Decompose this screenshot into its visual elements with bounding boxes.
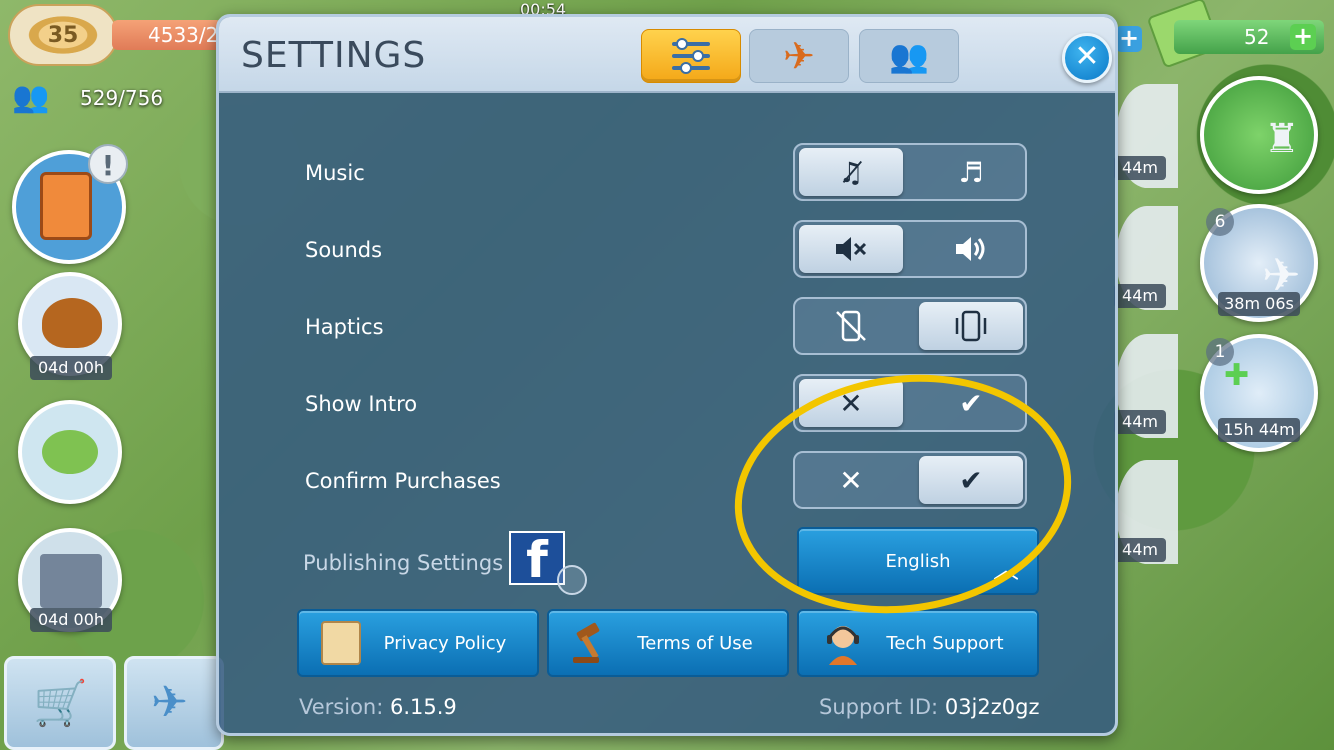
dialog-header: SETTINGS ✈ 👥 ✕ bbox=[219, 17, 1115, 93]
boost-count-badge: 1 bbox=[1206, 338, 1234, 366]
airplane-icon: ✈ bbox=[151, 677, 188, 728]
sounds-off-option[interactable] bbox=[799, 225, 903, 273]
side-task-timer: 44m bbox=[1114, 284, 1166, 308]
barn-timer: 04d 00h bbox=[30, 608, 112, 632]
speaker-mute-icon bbox=[836, 237, 867, 261]
airplane-icon: ✈ bbox=[783, 34, 815, 78]
privacy-policy-button[interactable]: Privacy Policy bbox=[297, 609, 539, 677]
tech-support-label: Tech Support bbox=[886, 632, 1004, 654]
settings-dialog: SETTINGS ✈ 👥 ✕ Music ♫̸ ♬ Sounds Haptics… bbox=[216, 14, 1118, 736]
population-counter: 529/756 bbox=[80, 86, 164, 110]
tab-flight-settings[interactable]: ✈ bbox=[749, 29, 849, 83]
speaker-on-icon bbox=[956, 237, 985, 261]
terms-of-use-label: Terms of Use bbox=[637, 632, 753, 654]
population-icon: 👥 bbox=[12, 80, 50, 115]
cash-value: 52 bbox=[1244, 25, 1270, 49]
music-off-icon: ♫̸ bbox=[838, 155, 864, 189]
turkey-timer: 04d 00h bbox=[30, 356, 112, 380]
journal-book-icon bbox=[40, 172, 92, 240]
version-label: Version: bbox=[299, 695, 384, 719]
vibrate-off-icon bbox=[836, 310, 866, 342]
terms-of-use-button[interactable]: Terms of Use bbox=[547, 609, 789, 677]
sounds-toggle[interactable] bbox=[793, 220, 1027, 278]
shop-cart-button[interactable]: 🛒 bbox=[4, 656, 116, 750]
music-on-option[interactable]: ♬ bbox=[919, 148, 1023, 196]
support-id-label: Support ID: bbox=[819, 695, 939, 719]
helicopter-button[interactable] bbox=[18, 400, 122, 504]
helicopter-icon bbox=[42, 430, 98, 474]
show-intro-label: Show Intro bbox=[305, 392, 418, 416]
support-id-value: 03j2z0gz bbox=[944, 695, 1040, 719]
sliders-icon bbox=[672, 38, 710, 74]
music-toggle[interactable]: ♫̸ ♬ bbox=[793, 143, 1027, 201]
tech-support-button[interactable]: Tech Support bbox=[797, 609, 1039, 677]
flights-timer: 38m 06s bbox=[1218, 292, 1300, 316]
alert-icon: ! bbox=[88, 144, 128, 184]
privacy-policy-label: Privacy Policy bbox=[383, 632, 507, 654]
tab-social-settings[interactable]: 👥 bbox=[859, 29, 959, 83]
haptics-off-option[interactable] bbox=[799, 302, 903, 350]
document-quill-icon bbox=[321, 621, 361, 665]
tower-icon: ♜ bbox=[1264, 116, 1300, 162]
planes-button[interactable]: ✈ bbox=[124, 656, 224, 750]
side-task-timer: 44m bbox=[1114, 410, 1166, 434]
cart-icon: 🛒 bbox=[33, 678, 88, 729]
haptics-toggle[interactable] bbox=[793, 297, 1027, 355]
dialog-title: SETTINGS bbox=[241, 35, 427, 76]
tab-general-settings[interactable] bbox=[641, 29, 741, 83]
sounds-on-option[interactable] bbox=[919, 225, 1023, 273]
music-label: Music bbox=[305, 161, 365, 185]
boost-timer: 15h 44m bbox=[1218, 418, 1300, 442]
side-task-timer: 44m bbox=[1114, 156, 1166, 180]
level-number: 35 bbox=[47, 22, 79, 48]
gavel-icon bbox=[571, 621, 611, 665]
barn-icon bbox=[40, 554, 102, 608]
people-icon: 👥 bbox=[889, 37, 929, 75]
confirm-purchases-label: Confirm Purchases bbox=[305, 469, 501, 493]
flights-count-badge: 6 bbox=[1206, 208, 1234, 236]
coins-value: 4533/2 bbox=[148, 23, 219, 47]
support-id-info: Support ID: 03j2z0gz bbox=[819, 695, 1039, 719]
vibrate-on-icon bbox=[955, 310, 987, 342]
haptics-on-option[interactable] bbox=[919, 302, 1023, 350]
music-on-icon: ♬ bbox=[958, 155, 984, 189]
side-task-timer: 44m bbox=[1114, 538, 1166, 562]
close-button[interactable]: ✕ bbox=[1062, 33, 1112, 83]
version-info: Version: 6.15.9 bbox=[299, 695, 457, 719]
add-coins-button[interactable]: + bbox=[1116, 26, 1142, 52]
control-tower-button[interactable]: ♜ bbox=[1200, 76, 1318, 194]
headset-agent-icon bbox=[821, 621, 861, 665]
version-value: 6.15.9 bbox=[390, 695, 457, 719]
facebook-status-dot bbox=[557, 565, 587, 595]
level-badge[interactable]: 35 bbox=[8, 4, 118, 66]
haptics-label: Haptics bbox=[305, 315, 384, 339]
publishing-settings-label: Publishing Settings bbox=[303, 551, 504, 575]
add-cash-button[interactable]: + bbox=[1290, 24, 1316, 50]
coins-counter[interactable]: 4533/2 bbox=[112, 20, 222, 50]
sounds-label: Sounds bbox=[305, 238, 383, 262]
turkey-icon bbox=[42, 298, 102, 348]
music-off-option[interactable]: ♫̸ bbox=[799, 148, 903, 196]
